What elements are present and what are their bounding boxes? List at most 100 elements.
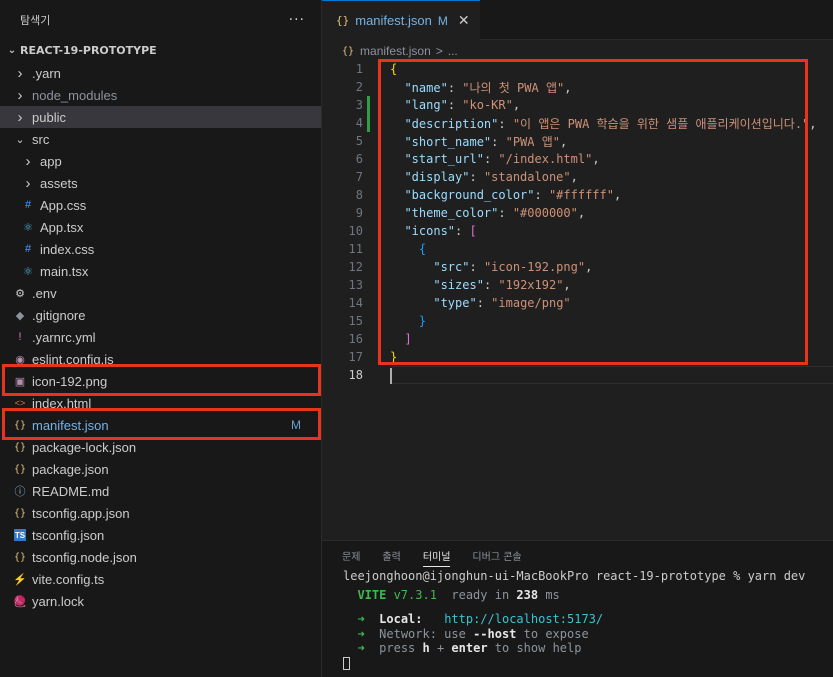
- file-tree-item[interactable]: {} package-lock.json: [0, 436, 321, 458]
- json-file-icon: {}: [13, 551, 27, 563]
- line-number: 17: [348, 350, 363, 364]
- code-token: :: [455, 224, 470, 238]
- file-tree-item[interactable]: ⚛ main.tsx: [0, 260, 321, 282]
- panel-tab[interactable]: 출력: [382, 541, 400, 569]
- project-name: REACT-19-PROTOTYPE: [20, 43, 157, 57]
- file-tree-item-label: index.html: [32, 395, 92, 411]
- code-token: :: [498, 116, 513, 131]
- code-text: {: [390, 62, 397, 76]
- file-tree-item[interactable]: ▣ icon-192.png: [0, 370, 321, 392]
- file-tree-item[interactable]: ⚙ .env: [0, 282, 321, 304]
- code-token: [: [469, 224, 477, 238]
- code-token: "lang": [404, 98, 448, 112]
- bottom-panel: 문제 출력 터미널 디버그 콘솔 leejonghoon@ijonghun-ui-Ma…: [322, 540, 833, 677]
- panel-tab[interactable]: 터미널: [422, 541, 450, 569]
- file-tree-item[interactable]: ⓘ README.md: [0, 480, 321, 502]
- vite-version: v7.3.1: [386, 587, 437, 602]
- breadcrumb-file[interactable]: manifest.json: [360, 44, 431, 58]
- local-url-link[interactable]: http://localhost:5173/: [444, 612, 603, 626]
- ready-unit: ms: [538, 587, 560, 602]
- file-tree-item[interactable]: {} manifest.json M: [0, 414, 321, 436]
- file-tree-item[interactable]: <> index.html: [0, 392, 321, 414]
- file-tree-item[interactable]: TS tsconfig.json: [0, 524, 321, 546]
- panel-tab[interactable]: 문제: [342, 541, 360, 569]
- gutter: [363, 330, 390, 348]
- close-icon[interactable]: ✕: [458, 12, 470, 29]
- gutter: [363, 168, 390, 186]
- code-text: "type": "image/png": [390, 296, 570, 310]
- file-tree-item[interactable]: ! .yarnrc.yml: [0, 326, 321, 348]
- file-tree-item[interactable]: # App.css: [0, 194, 321, 216]
- breadcrumb-more[interactable]: ...: [448, 44, 458, 58]
- code-token: "나의 첫 PWA 앱": [462, 80, 565, 95]
- more-actions-icon[interactable]: ···: [289, 12, 305, 28]
- file-tree-item[interactable]: # index.css: [0, 238, 321, 260]
- file-tree-item-label: .yarnrc.yml: [32, 329, 96, 345]
- file-tree-item[interactable]: › app: [0, 150, 321, 172]
- file-tree-item[interactable]: › public: [0, 106, 321, 128]
- file-tree-item[interactable]: › assets: [0, 172, 321, 194]
- gutter: [363, 186, 390, 204]
- file-tree-item[interactable]: › .yarn: [0, 62, 321, 84]
- code-token: }: [418, 314, 427, 328]
- file-tree-item[interactable]: {} tsconfig.app.json: [0, 502, 321, 524]
- line-number: 10: [348, 224, 363, 238]
- code-token: "src": [433, 260, 470, 274]
- panel-tab[interactable]: 디버그 콘솔: [472, 541, 521, 569]
- file-tree-item[interactable]: ⚡ vite.config.ts: [0, 568, 321, 590]
- file-tree-item[interactable]: ◆ .gitignore: [0, 304, 321, 326]
- code-line: 12 "src": "icon-192.png",: [322, 258, 833, 276]
- chevron-right-icon: ›: [17, 108, 23, 126]
- file-tree-item-label: assets: [40, 175, 78, 191]
- file-tree-item[interactable]: {} package.json: [0, 458, 321, 480]
- gutter: [363, 204, 390, 222]
- code-token: ,: [564, 80, 572, 95]
- file-tree-item[interactable]: ⌄ src: [0, 128, 321, 150]
- line-number: 6: [355, 152, 363, 166]
- network-label: Network:: [379, 626, 437, 641]
- code-line: 2 "name": "나의 첫 PWA 앱",: [322, 78, 833, 96]
- code-token: ]: [404, 332, 412, 346]
- line-number: 13: [348, 278, 363, 292]
- file-tree-item-label: README.md: [32, 483, 110, 499]
- gutter: [363, 150, 390, 168]
- file-tree-item[interactable]: › node_modules: [0, 84, 321, 106]
- file-tree-item[interactable]: ⚛ App.tsx: [0, 216, 321, 238]
- json-file-icon: {}: [336, 14, 350, 27]
- line-number: 15: [348, 314, 363, 328]
- code-text: "name": "나의 첫 PWA 앱",: [390, 79, 571, 96]
- code-line: 11 {: [322, 240, 833, 258]
- code-token: {: [390, 62, 398, 76]
- code-token: ,: [560, 134, 568, 149]
- line-number: 8: [355, 188, 363, 202]
- html-file-icon: <>: [14, 398, 26, 408]
- arrow-icon: ➜: [357, 641, 365, 655]
- line-number: 3: [355, 98, 363, 112]
- code-token: {: [418, 242, 427, 256]
- react-file-icon: ⚛: [23, 221, 33, 234]
- file-tree-item-label: main.tsx: [40, 263, 89, 279]
- change-indicator: [367, 114, 370, 132]
- code-editor[interactable]: 1{2 "name": "나의 첫 PWA 앱", 3 "lang": "ko-K…: [322, 60, 833, 384]
- terminal[interactable]: leejonghoon@ijonghun-ui-MacBookPro react…: [322, 569, 833, 670]
- code-line: 3 "lang": "ko-KR",: [322, 96, 833, 114]
- code-token: "start_url": [404, 152, 484, 166]
- project-section-header[interactable]: ⌄ REACT-19-PROTOTYPE: [0, 40, 321, 60]
- file-tree-item-label: vite.config.ts: [32, 571, 105, 587]
- line-number: 5: [355, 134, 363, 148]
- code-token: ,: [809, 116, 817, 131]
- file-tree-item[interactable]: {} tsconfig.node.json: [0, 546, 321, 568]
- file-tree-item[interactable]: ◉ eslint.config.js: [0, 348, 321, 370]
- code-token: "display": [404, 170, 470, 184]
- tab-manifest-json[interactable]: {} manifest.json M ✕: [322, 0, 480, 40]
- code-token: "PWA 앱": [505, 134, 560, 149]
- file-tree-item-label: src: [32, 131, 50, 147]
- file-tree-item[interactable]: 🧶 yarn.lock: [0, 590, 321, 612]
- modified-badge: M: [291, 418, 301, 432]
- code-token: "description": [404, 116, 499, 131]
